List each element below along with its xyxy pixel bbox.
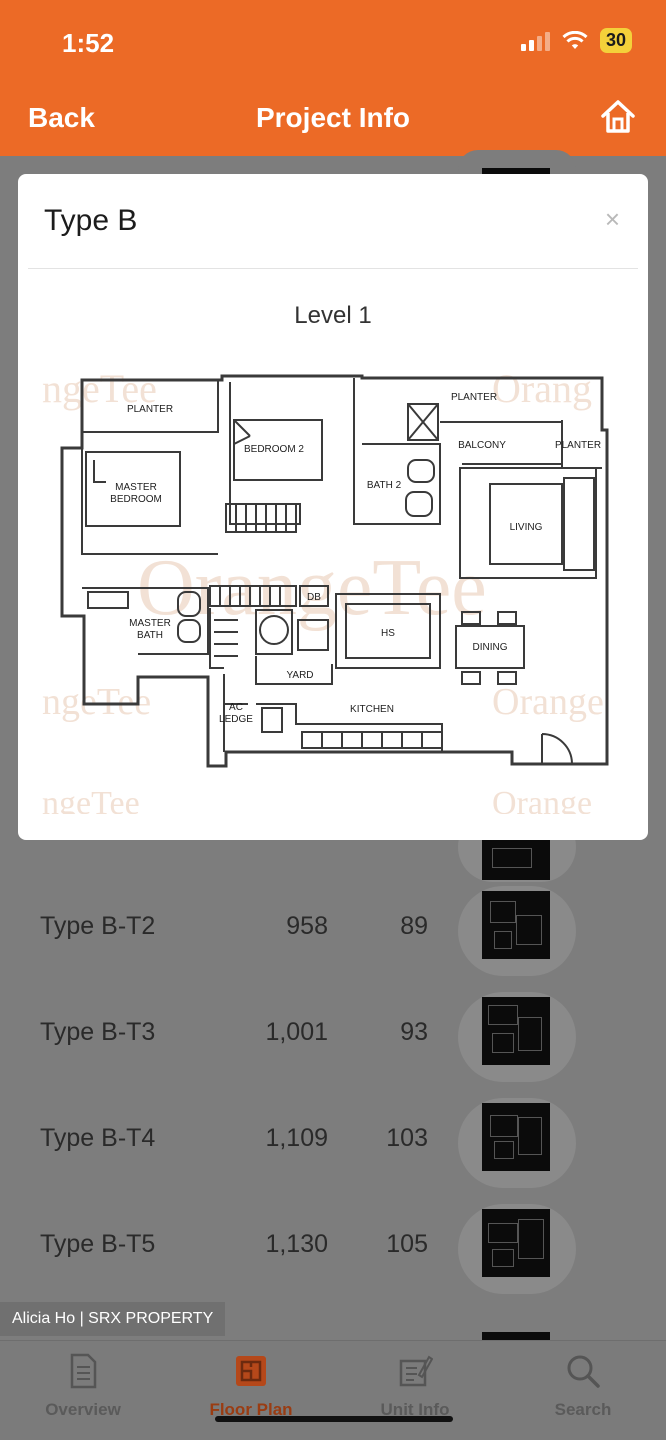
floorplan-thumbnail[interactable] — [458, 992, 576, 1082]
home-icon[interactable] — [598, 96, 638, 136]
plan-label: LEDGE — [219, 714, 253, 725]
plan-label: BEDROOM 2 — [244, 444, 304, 455]
top-bar: 1:52 30 Back Project Info — [0, 0, 666, 156]
plan-label: KITCHEN — [350, 704, 394, 715]
cellular-signal-icon — [520, 31, 550, 51]
unit-type: Type B-T3 — [40, 1018, 156, 1046]
back-button[interactable]: Back — [28, 102, 95, 134]
agent-tag: Alicia Ho | SRX PROPERTY — [0, 1302, 226, 1336]
svg-text:Orange: Orange — [492, 681, 604, 723]
tab-label: Search — [554, 1400, 612, 1419]
plan-label: HS — [381, 628, 395, 639]
svg-text:ngeTee: ngeTee — [42, 785, 140, 814]
floorplan-thumbnail[interactable] — [482, 1332, 550, 1340]
tab-floor-plan[interactable]: Floor Plan — [196, 1353, 306, 1420]
unit-type: Type B-T4 — [40, 1124, 156, 1152]
plan-label: MASTER — [129, 618, 171, 629]
svg-text:Orang: Orang — [492, 366, 592, 411]
svg-text:ngeTee: ngeTee — [42, 681, 151, 723]
unit-sqm: 89 — [400, 912, 428, 940]
plan-label: PLANTER — [555, 440, 601, 451]
bottom-tab-bar: Overview Floor Plan Unit Info Search — [0, 1340, 666, 1440]
tab-search[interactable]: Search — [528, 1353, 638, 1420]
unit-type: Type B-T2 — [40, 912, 156, 940]
floorplan-modal: Type B × Level 1 ngeTee Orang OrangeTee … — [18, 174, 648, 840]
floor-plan-icon — [236, 1356, 266, 1386]
unit-sqft: 1,109 — [265, 1124, 328, 1152]
unit-sqft: 1,001 — [265, 1018, 328, 1046]
unit-row[interactable]: Type B-T4 1,109 103 — [0, 1098, 666, 1230]
floorplan-thumbnail[interactable] — [458, 1098, 576, 1188]
battery-indicator: 30 — [599, 28, 632, 53]
floorplan-thumbnail[interactable] — [458, 886, 576, 976]
plan-label: PLANTER — [127, 404, 173, 415]
plan-label: BALCONY — [458, 440, 506, 451]
unit-type: Type B-T5 — [40, 1230, 156, 1258]
plan-label: YARD — [286, 670, 313, 681]
plan-label: AC — [229, 702, 243, 713]
search-icon — [567, 1355, 600, 1388]
close-icon[interactable]: × — [605, 204, 620, 235]
svg-text:Orange: Orange — [492, 785, 592, 814]
tab-label: Overview — [45, 1400, 121, 1419]
modal-title: Type B — [44, 204, 138, 237]
floorplan-thumbnail[interactable] — [458, 1204, 576, 1294]
unit-sqft: 1,130 — [265, 1230, 328, 1258]
unit-info-icon — [399, 1355, 434, 1387]
page-title: Project Info — [255, 102, 410, 133]
unit-sqm: 103 — [386, 1124, 428, 1152]
unit-row[interactable]: Type B-T3 1,001 93 — [0, 992, 666, 1124]
unit-sqm: 93 — [400, 1018, 428, 1046]
document-icon — [70, 1353, 97, 1389]
plan-label: BATH 2 — [367, 480, 402, 491]
wifi-icon — [562, 30, 588, 49]
plan-label: DINING — [473, 642, 508, 653]
plan-label: BATH — [137, 630, 163, 641]
plan-label: MASTER — [115, 482, 157, 493]
unit-sqft: 958 — [286, 912, 328, 940]
divider — [28, 268, 638, 269]
tab-overview[interactable]: Overview — [28, 1353, 138, 1420]
plan-label: PLANTER — [451, 392, 497, 403]
tab-unit-info[interactable]: Unit Info — [360, 1353, 470, 1420]
status-time: 1:52 — [62, 28, 115, 58]
level-label: Level 1 — [294, 302, 372, 329]
plan-label: BEDROOM — [110, 494, 162, 505]
plan-label: LIVING — [510, 522, 543, 533]
unit-row[interactable]: Type B-T2 958 89 — [0, 886, 666, 1018]
status-icons: 30 — [520, 28, 632, 53]
unit-sqm: 105 — [386, 1230, 428, 1258]
floor-plan-image[interactable]: ngeTee Orang OrangeTee ngeTee Orange nge… — [42, 364, 626, 814]
home-indicator — [215, 1416, 453, 1422]
plan-label: DB — [307, 592, 321, 603]
